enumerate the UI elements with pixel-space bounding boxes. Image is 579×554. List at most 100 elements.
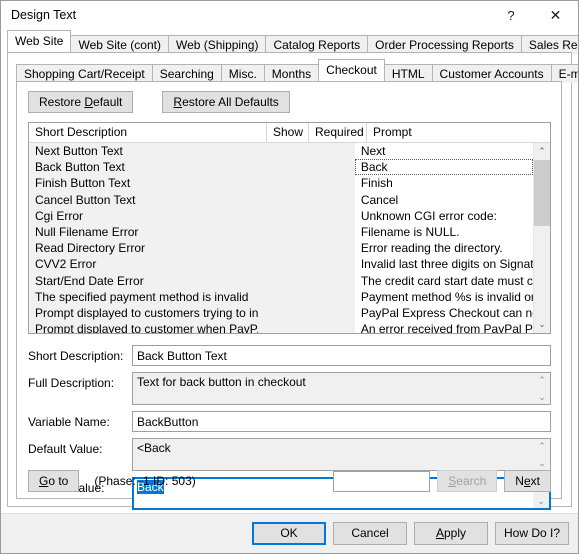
restore-button-row: Restore Default Restore All Defaults	[17, 82, 561, 113]
default-value-row: Default Value: <Back ⌃ ⌄	[28, 438, 551, 471]
restore-all-defaults-accel: R	[173, 95, 183, 109]
default-value-scrollbar[interactable]: ⌃ ⌄	[534, 439, 550, 470]
cell-desc: Null Filename Error	[29, 223, 259, 241]
variable-name-input[interactable]	[132, 411, 551, 432]
scroll-up-icon[interactable]: ⌃	[538, 373, 546, 387]
table-row[interactable]: CVV2 Error Invalid last three digits on S…	[29, 256, 533, 273]
outer-tab-panel: Shopping Cart/Receipt Searching Misc. Mo…	[7, 52, 578, 510]
cell-show	[258, 159, 299, 176]
close-icon[interactable]: ✕	[533, 1, 578, 30]
cancel-button[interactable]: Cancel	[333, 522, 407, 545]
design-text-dialog: Design Text ? ✕ Web Site Web Site (cont)…	[0, 0, 579, 554]
default-value-label: Default Value:	[28, 442, 103, 456]
how-do-i-button[interactable]: How Do I?	[495, 522, 569, 545]
table-row[interactable]: Null Filename Error Filename is NULL.	[29, 223, 533, 241]
table-row[interactable]: Cgi Error Unknown CGI error code:	[29, 207, 533, 224]
cell-desc: CVV2 Error	[29, 256, 259, 273]
restore-default-button[interactable]: Restore Default	[28, 91, 134, 113]
cell-desc: Cgi Error	[29, 207, 259, 224]
full-description-row: Full Description: Text for back button i…	[28, 372, 551, 405]
table-row[interactable]: Cancel Button Text Cancel	[29, 191, 533, 208]
cell-prompt: Back	[354, 159, 533, 176]
cell-desc: Back Button Text	[29, 159, 259, 176]
table-row[interactable]: Next Button Text Next	[29, 143, 533, 160]
restore-default-label-post: efault	[93, 95, 123, 109]
cell-show	[258, 143, 299, 160]
cell-desc: Prompt displayed to customers trying to …	[29, 304, 259, 322]
table-row[interactable]: Prompt displayed to customers trying to …	[29, 304, 533, 322]
scroll-down-icon[interactable]: ⌄	[537, 494, 545, 508]
default-value-textarea[interactable]: <Back ⌃ ⌄	[132, 438, 551, 471]
table-row[interactable]: The specified payment method is invalid P…	[29, 288, 533, 305]
cell-show	[258, 304, 299, 322]
cell-show	[258, 321, 299, 333]
full-description-textarea[interactable]: Text for back button in checkout ⌃ ⌄	[132, 372, 551, 405]
apply-button[interactable]: Apply	[414, 522, 488, 545]
goto-button[interactable]: Go to	[28, 470, 80, 492]
cell-show	[258, 240, 299, 257]
cell-prompt: Finish	[354, 175, 533, 192]
full-description-value: Text for back button in checkout	[137, 375, 306, 389]
table-row[interactable]: Read Directory Error Error reading the di…	[29, 240, 533, 257]
inner-tab-strip: Shopping Cart/Receipt Searching Misc. Mo…	[16, 59, 578, 83]
tab-checkout[interactable]: Checkout	[318, 59, 385, 81]
search-button[interactable]: Search	[437, 470, 498, 492]
outer-tab-strip: Web Site Web Site (cont) Web (Shipping) …	[7, 30, 578, 54]
title-bar: Design Text ? ✕	[1, 1, 578, 30]
goto-label-post: o to	[48, 474, 69, 488]
cell-required	[298, 256, 355, 273]
column-header-show[interactable]: Show	[267, 123, 309, 142]
apply-label-post: pply	[444, 526, 467, 540]
cell-show	[258, 272, 299, 289]
full-description-scrollbar[interactable]: ⌃ ⌄	[534, 373, 550, 404]
cell-prompt: An error received from PayPal Pro Websit…	[354, 321, 533, 333]
cell-desc: Cancel Button Text	[29, 191, 259, 208]
column-header-required[interactable]: Required	[309, 123, 367, 142]
cell-required	[298, 321, 355, 333]
next-label-pre: N	[515, 474, 524, 488]
window-title: Design Text	[11, 8, 77, 22]
full-description-label: Full Description:	[28, 376, 115, 390]
cell-prompt: Cancel	[354, 191, 533, 208]
short-description-input[interactable]	[132, 345, 551, 366]
title-bar-buttons: ? ✕	[489, 1, 578, 30]
cell-required	[298, 191, 355, 208]
text-entries-list[interactable]: Short Description Show Required Prompt N…	[28, 122, 551, 334]
cell-show	[258, 223, 299, 241]
status-text: (Phase: -1 ID: 503)	[94, 474, 196, 488]
column-header-prompt[interactable]: Prompt	[367, 123, 547, 142]
cell-required	[298, 240, 355, 257]
cell-show	[258, 207, 299, 224]
restore-all-defaults-button[interactable]: Restore All Defaults	[162, 91, 290, 113]
cell-prompt: Filename is NULL.	[354, 223, 533, 241]
scrollbar-thumb[interactable]	[534, 160, 550, 226]
list-vertical-scrollbar[interactable]: ⌃ ⌄	[533, 143, 550, 333]
scroll-up-icon[interactable]: ⌃	[538, 439, 546, 453]
cell-desc: Start/End Date Error	[29, 272, 259, 289]
ok-button[interactable]: OK	[252, 522, 326, 545]
help-icon[interactable]: ?	[489, 1, 533, 30]
restore-default-label-pre: Restore	[39, 95, 85, 109]
cell-desc: Finish Button Text	[29, 175, 259, 192]
scroll-down-icon[interactable]: ⌄	[538, 390, 546, 404]
search-input[interactable]	[333, 470, 431, 492]
restore-all-defaults-label-post: estore All Defaults	[182, 95, 279, 109]
scroll-down-icon[interactable]: ⌄	[534, 316, 550, 333]
scroll-down-icon[interactable]: ⌄	[538, 456, 546, 470]
table-row[interactable]: Prompt displayed to customer when PayP..…	[29, 321, 533, 333]
scroll-up-icon[interactable]: ⌃	[534, 143, 550, 160]
cell-prompt: Next	[354, 143, 533, 160]
cell-prompt: Invalid last three digits on Signature S…	[354, 256, 533, 273]
table-row[interactable]: Finish Button Text Finish	[29, 175, 533, 192]
cell-required	[298, 272, 355, 289]
column-header-short-description[interactable]: Short Description	[29, 123, 267, 142]
cell-required	[298, 143, 355, 160]
cell-prompt: Error reading the directory.	[354, 240, 533, 257]
tab-web-site[interactable]: Web Site	[7, 30, 72, 52]
table-row[interactable]: Start/End Date Error The credit card star…	[29, 272, 533, 289]
cell-required	[298, 288, 355, 305]
apply-accel: A	[435, 526, 444, 540]
short-description-label: Short Description:	[28, 349, 124, 363]
table-row[interactable]: Back Button Text Back	[29, 159, 533, 176]
next-button[interactable]: Next	[504, 470, 551, 492]
